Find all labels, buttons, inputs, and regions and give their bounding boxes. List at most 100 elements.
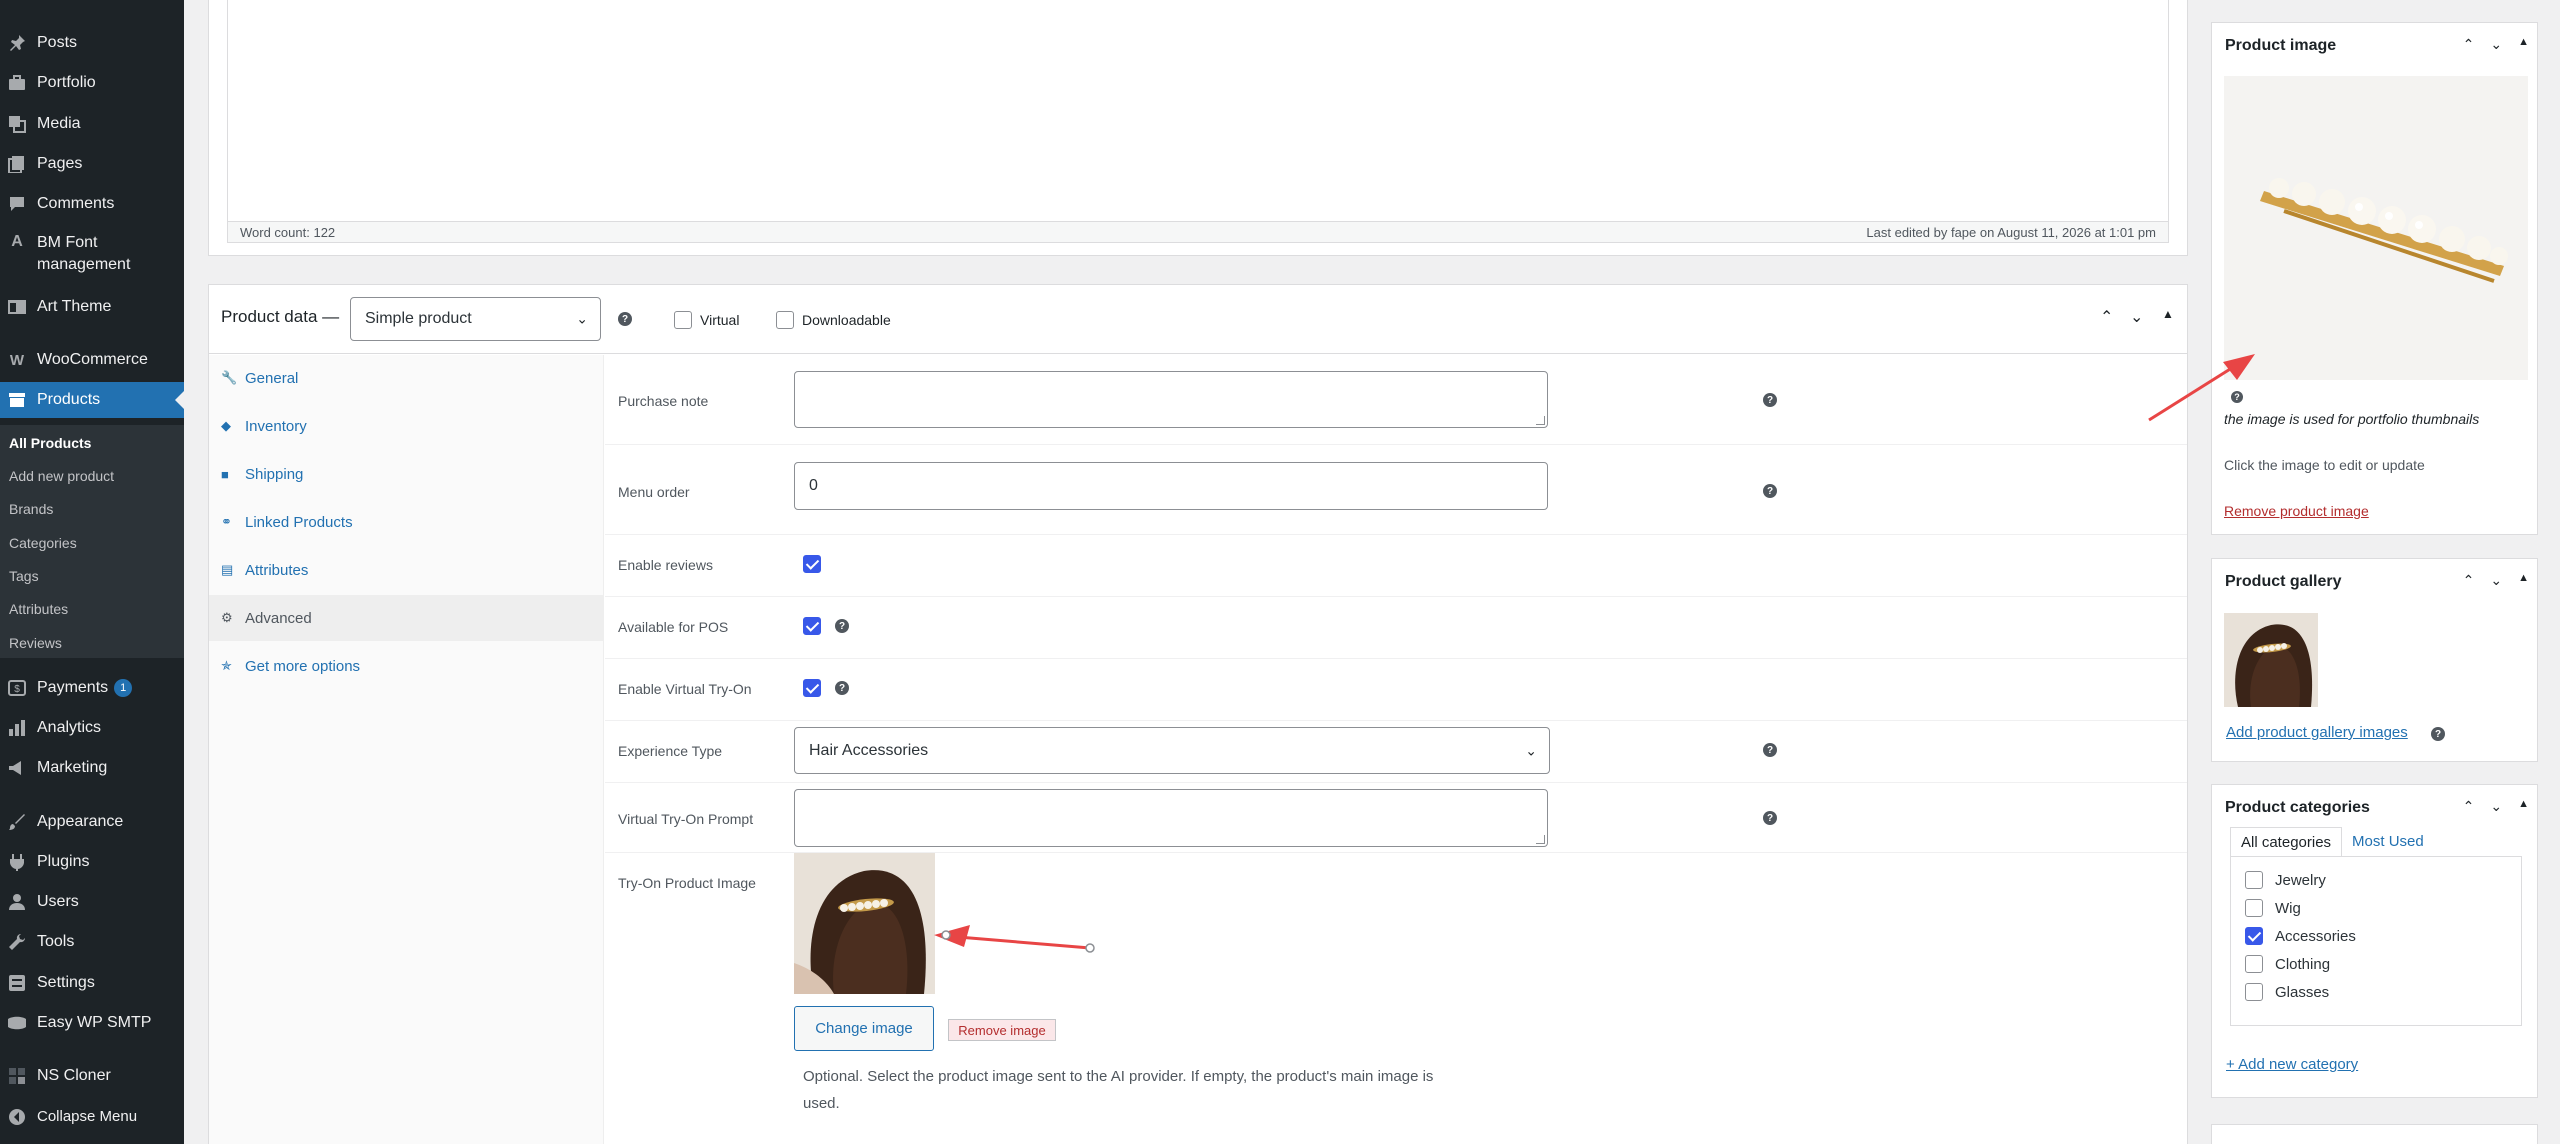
tryon-image-thumbnail[interactable]	[794, 853, 935, 994]
remove-image-button[interactable]: Remove image	[948, 1019, 1056, 1041]
submenu-categories[interactable]: Categories	[9, 535, 77, 551]
category-checkbox[interactable]	[2245, 927, 2263, 945]
word-count: Word count: 122	[240, 224, 336, 240]
category-checkbox[interactable]	[2245, 955, 2263, 973]
submenu-add-new-product[interactable]: Add new product	[9, 468, 114, 484]
tab-inventory[interactable]: ◆ Inventory	[209, 403, 604, 449]
font-icon: A	[11, 233, 23, 250]
sidebar-item-art-theme[interactable]: Art Theme	[0, 294, 184, 320]
category-glasses[interactable]: Glasses	[2245, 983, 2329, 1001]
tryon-image-row: Try-On Product Image Change image Remove…	[605, 853, 2187, 1144]
sidebar-item-comments[interactable]: Comments	[0, 191, 184, 217]
submenu-attributes[interactable]: Attributes	[9, 601, 68, 617]
help-icon[interactable]: ?	[618, 312, 632, 326]
purchase-note-textarea[interactable]	[794, 371, 1548, 428]
tab-linked-products[interactable]: ⚭ Linked Products	[209, 499, 604, 545]
category-jewelry[interactable]: Jewelry	[2245, 871, 2326, 889]
remove-product-image-link[interactable]: Remove product image	[2224, 503, 2369, 519]
help-icon[interactable]: ?	[1763, 811, 1777, 825]
menu-order-input[interactable]: 0	[794, 462, 1548, 510]
tab-shipping[interactable]: ■ Shipping	[209, 451, 604, 497]
sidebar-item-products[interactable]: Products	[0, 382, 184, 418]
collapse-toggle-icon[interactable]: ▲	[2162, 307, 2174, 321]
box-controls: ⌃ ⌄ ▲	[2463, 798, 2529, 815]
tab-advanced-label: Advanced	[245, 609, 312, 627]
move-up-icon[interactable]: ⌃	[2463, 572, 2475, 589]
add-new-category-link[interactable]: + Add new category	[2226, 1056, 2358, 1073]
enable-tryon-row: Enable Virtual Try-On ?	[605, 659, 2187, 721]
tab-linked-products-label: Linked Products	[245, 513, 353, 531]
help-icon[interactable]: ?	[835, 681, 849, 695]
help-icon[interactable]: ?	[835, 619, 849, 633]
tryon-prompt-textarea[interactable]	[794, 789, 1548, 847]
sidebar-item-settings[interactable]: Settings	[0, 970, 184, 996]
submenu-reviews[interactable]: Reviews	[9, 635, 62, 651]
megaphone-icon	[7, 758, 27, 778]
category-checkbox[interactable]	[2245, 871, 2263, 889]
help-icon[interactable]: ?	[1763, 393, 1777, 407]
gallery-thumbnail[interactable]	[2224, 613, 2318, 707]
submenu-all-products[interactable]: All Products	[9, 435, 91, 451]
downloadable-checkbox[interactable]	[776, 311, 794, 329]
collapse-toggle-icon[interactable]: ▲	[2518, 572, 2529, 589]
help-icon[interactable]: ?	[2431, 727, 2445, 741]
tab-advanced[interactable]: ⚙ Advanced	[209, 595, 604, 641]
sidebar-item-collapse-menu[interactable]: Collapse Menu	[0, 1104, 184, 1130]
tab-get-more-options[interactable]: ✯ Get more options	[209, 643, 604, 689]
enable-reviews-checkbox[interactable]	[803, 555, 821, 573]
sidebar-item-bm-font[interactable]: A BM Font management	[0, 232, 184, 280]
bm-font-label: BM Font management	[37, 234, 131, 273]
category-wig[interactable]: Wig	[2245, 899, 2301, 917]
enable-tryon-checkbox[interactable]	[803, 679, 821, 697]
add-gallery-images-link[interactable]: Add product gallery images	[2226, 724, 2408, 741]
category-checkbox[interactable]	[2245, 983, 2263, 1001]
available-pos-checkbox[interactable]	[803, 617, 821, 635]
experience-type-select[interactable]: Hair Accessories ⌄	[794, 727, 1550, 774]
tab-general-label: General	[245, 369, 299, 387]
sidebar-item-plugins[interactable]: Plugins	[0, 849, 184, 875]
editor-text-area[interactable]	[227, 0, 2169, 222]
category-checkbox[interactable]	[2245, 899, 2263, 917]
sidebar-item-tools[interactable]: Tools	[0, 929, 184, 955]
plug-icon: ✯	[221, 658, 232, 673]
sidebar-item-woocommerce[interactable]: W WooCommerce	[0, 347, 184, 373]
change-image-button[interactable]: Change image	[794, 1006, 934, 1051]
sidebar-item-marketing[interactable]: Marketing	[0, 755, 184, 781]
product-type-select[interactable]: Simple product ⌄	[350, 297, 601, 341]
sidebar-item-appearance[interactable]: Appearance	[0, 809, 184, 835]
help-icon[interactable]: ?	[1763, 484, 1777, 498]
submenu-brands[interactable]: Brands	[9, 501, 53, 517]
submenu-tags[interactable]: Tags	[9, 568, 39, 584]
tab-shipping-label: Shipping	[245, 465, 304, 483]
collapse-toggle-icon[interactable]: ▲	[2518, 798, 2529, 815]
tab-general[interactable]: 🔧 General	[209, 355, 604, 401]
sidebar-item-ns-cloner[interactable]: NS Cloner	[0, 1063, 184, 1089]
category-accessories[interactable]: Accessories	[2245, 927, 2356, 945]
collapse-toggle-icon[interactable]: ▲	[2518, 36, 2529, 53]
sidebar-item-easy-wp-smtp[interactable]: Easy WP SMTP	[0, 1010, 184, 1036]
move-up-icon[interactable]: ⌃	[2463, 798, 2475, 815]
sidebar-item-pages[interactable]: Pages	[0, 151, 184, 177]
tab-most-used[interactable]: Most Used	[2342, 827, 2434, 857]
tools-icon	[7, 932, 27, 952]
category-clothing[interactable]: Clothing	[2245, 955, 2330, 973]
tab-attributes[interactable]: ▤ Attributes	[209, 547, 604, 593]
sidebar-item-analytics[interactable]: Analytics	[0, 715, 184, 741]
tab-all-categories[interactable]: All categories	[2230, 827, 2343, 857]
product-image-thumbnail[interactable]	[2224, 76, 2528, 380]
sidebar-item-portfolio[interactable]: Portfolio	[0, 70, 184, 96]
help-icon[interactable]: ?	[1763, 743, 1777, 757]
product-image-title: Product image	[2225, 37, 2337, 54]
move-down-icon[interactable]: ⌄	[2490, 36, 2502, 53]
sidebar-item-users[interactable]: Users	[0, 889, 184, 915]
portfolio-icon	[7, 73, 27, 93]
sidebar-item-posts[interactable]: Posts	[0, 30, 184, 56]
virtual-checkbox[interactable]	[674, 311, 692, 329]
move-down-icon[interactable]: ⌄	[2490, 572, 2502, 589]
sidebar-item-payments[interactable]: $ Payments 1	[0, 675, 184, 701]
move-down-icon[interactable]: ⌄	[2490, 798, 2502, 815]
sidebar-item-media[interactable]: Media	[0, 111, 184, 137]
move-down-icon[interactable]: ⌄	[2130, 307, 2143, 327]
move-up-icon[interactable]: ⌃	[2100, 307, 2113, 327]
move-up-icon[interactable]: ⌃	[2463, 36, 2475, 53]
